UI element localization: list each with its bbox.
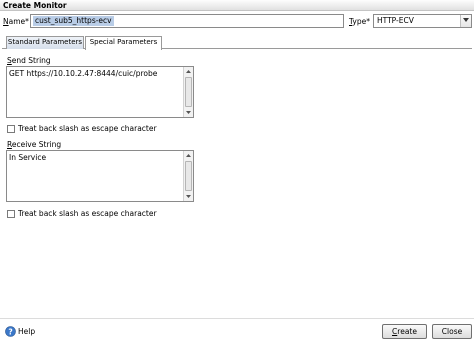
type-dropdown-button[interactable]: [460, 15, 471, 27]
help-icon: ?: [5, 326, 16, 337]
scroll-down-icon[interactable]: [184, 108, 193, 117]
receive-string-textarea[interactable]: In Service: [6, 150, 194, 202]
receive-escape-label: Treat back slash as escape character: [18, 209, 157, 218]
scrollbar-thumb[interactable]: [185, 161, 192, 191]
receive-string-scrollbar[interactable]: [183, 151, 193, 201]
send-escape-checkbox[interactable]: [7, 125, 15, 133]
help-label: Help: [18, 327, 36, 336]
scrollbar-thumb[interactable]: [185, 77, 192, 107]
receive-string-value: In Service: [9, 153, 47, 162]
type-label: Type*: [349, 17, 370, 26]
name-label: Name*: [3, 17, 29, 26]
dialog-title: Create Monitor: [3, 1, 67, 10]
parameter-tabs: Standard Parameters Special Parameters: [2, 36, 472, 50]
tab-special-parameters[interactable]: Special Parameters: [85, 36, 162, 50]
footer-divider: [0, 318, 474, 319]
send-string-label: Send String: [7, 56, 51, 65]
close-button[interactable]: Close: [432, 324, 472, 339]
send-escape-label: Treat back slash as escape character: [18, 124, 157, 133]
name-input-value: cust_sub5_https-ecv: [33, 16, 114, 26]
type-select[interactable]: HTTP-ECV: [373, 14, 472, 28]
send-string-textarea[interactable]: GET https://10.10.2.47:8444/cuic/probe: [6, 66, 194, 118]
send-string-value: GET https://10.10.2.47:8444/cuic/probe: [9, 69, 158, 78]
receive-escape-checkbox[interactable]: [7, 210, 15, 218]
scroll-up-icon[interactable]: [184, 67, 193, 76]
send-string-scrollbar[interactable]: [183, 67, 193, 117]
receive-string-label: Receive String: [7, 140, 62, 149]
tab-standard-parameters[interactable]: Standard Parameters: [6, 36, 84, 49]
svg-text:?: ?: [8, 327, 12, 336]
scroll-up-icon[interactable]: [184, 151, 193, 160]
dialog-title-bar: Create Monitor: [0, 0, 474, 11]
scroll-down-icon[interactable]: [184, 192, 193, 201]
type-select-value: HTTP-ECV: [377, 16, 414, 25]
chevron-down-icon: [463, 18, 469, 22]
create-button[interactable]: Create: [382, 324, 427, 339]
name-input[interactable]: cust_sub5_https-ecv: [30, 14, 344, 28]
